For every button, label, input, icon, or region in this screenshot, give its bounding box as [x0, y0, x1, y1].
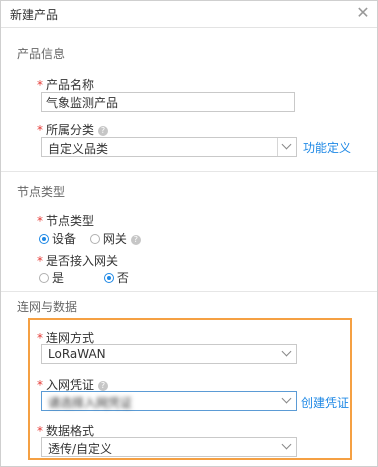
function-definition-link[interactable]: 功能定义	[303, 139, 351, 156]
help-icon[interactable]: ?	[98, 381, 109, 391]
chevron-down-icon	[281, 393, 292, 404]
node-type-option-gateway[interactable]: 网关?	[89, 230, 141, 247]
radio-checked-icon	[103, 273, 114, 283]
network-mode-select[interactable]: LoRaWAN	[41, 344, 297, 364]
section-product-info: 产品信息	[17, 47, 66, 61]
category-select[interactable]: 自定义品类	[41, 137, 297, 157]
category-value: 自定义品类	[48, 142, 109, 156]
data-format-value: 透传/自定义	[48, 442, 113, 456]
radio-checked-icon	[39, 234, 49, 244]
gateway-access-label: * 是否接入网关	[37, 254, 119, 268]
chevron-down-icon	[281, 139, 292, 150]
radio-icon	[39, 273, 49, 283]
category-label: * 所属分类?	[37, 121, 109, 138]
help-icon[interactable]: ?	[130, 235, 141, 245]
node-type-radio-group: 设备 网关?	[39, 230, 151, 247]
data-format-select[interactable]: 透传/自定义	[41, 437, 297, 457]
chevron-down-icon	[281, 346, 292, 357]
product-name-input[interactable]	[41, 92, 295, 112]
network-mode-value: LoRaWAN	[48, 347, 106, 361]
node-type-label: * 节点类型	[37, 214, 95, 228]
divider	[1, 171, 377, 172]
node-type-option-device[interactable]: 设备	[39, 230, 76, 247]
gateway-access-option-yes[interactable]: 是	[39, 269, 64, 286]
help-icon[interactable]: ?	[98, 126, 109, 136]
chevron-down-icon	[281, 439, 292, 450]
close-icon[interactable]: ✕	[355, 5, 371, 21]
product-name-label: * 产品名称	[37, 78, 95, 92]
network-credential-value: 请选择入网凭证	[48, 396, 133, 410]
radio-icon	[89, 234, 100, 244]
dialog-header: 新建产品 ✕	[1, 1, 377, 28]
new-product-dialog: 新建产品 ✕ 产品信息 *产品名称 *所属分类? 自定义品类 功能定义 节点类型…	[0, 0, 378, 467]
dialog-title: 新建产品	[10, 8, 59, 22]
section-node-type: 节点类型	[17, 185, 66, 199]
section-network-data: 连网与数据	[17, 300, 78, 314]
create-credential-link[interactable]: 创建凭证	[301, 394, 349, 411]
gateway-access-radio-group: 是 否	[39, 269, 139, 286]
network-credential-select[interactable]: 请选择入网凭证	[41, 391, 297, 411]
gateway-access-option-no[interactable]: 否	[103, 269, 129, 286]
divider	[1, 291, 377, 292]
